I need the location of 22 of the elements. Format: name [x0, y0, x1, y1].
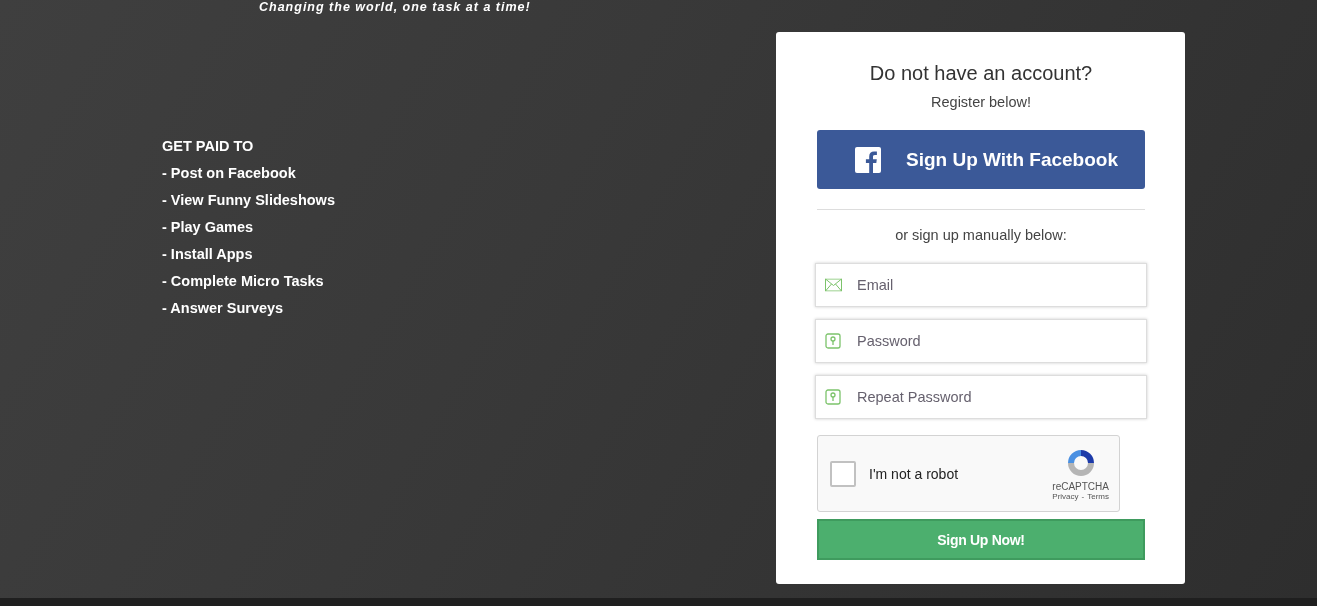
captcha-link[interactable]: Privacy — [1052, 491, 1079, 501]
captcha-brand: reCAPTCHA — [1052, 480, 1109, 492]
tagline: Changing the world, one task at a time! — [259, 0, 532, 14]
captcha-checkbox[interactable] — [830, 460, 856, 487]
signup-title: Do not have an account? — [869, 61, 1093, 86]
promo-item: - Answer Surveys — [162, 299, 285, 317]
input-field[interactable]: Email — [815, 263, 1147, 307]
promo-item: - View Funny Slideshows — [162, 191, 336, 209]
divider-text: or sign up manually below: — [895, 226, 1067, 244]
promo-heading: GET PAID TO — [162, 137, 255, 155]
promo-item: - Complete Micro Tasks — [162, 272, 325, 290]
promo-item: - Install Apps — [162, 245, 254, 263]
captcha-label: I'm not a robot — [869, 465, 960, 482]
captcha-link[interactable]: Terms — [1087, 491, 1109, 501]
link-separator: - — [1081, 491, 1085, 501]
signup-subtitle: Register below! — [931, 93, 1031, 111]
facebook-logo-icon — [855, 146, 881, 173]
input-field[interactable]: Repeat Password — [815, 375, 1147, 419]
facebook-signup-button[interactable]: Sign Up With Facebook — [817, 130, 1145, 189]
promo-item: - Play Games — [162, 218, 255, 236]
promo-item: - Post on Facebook — [162, 164, 297, 182]
input-field[interactable]: Password — [815, 319, 1147, 363]
